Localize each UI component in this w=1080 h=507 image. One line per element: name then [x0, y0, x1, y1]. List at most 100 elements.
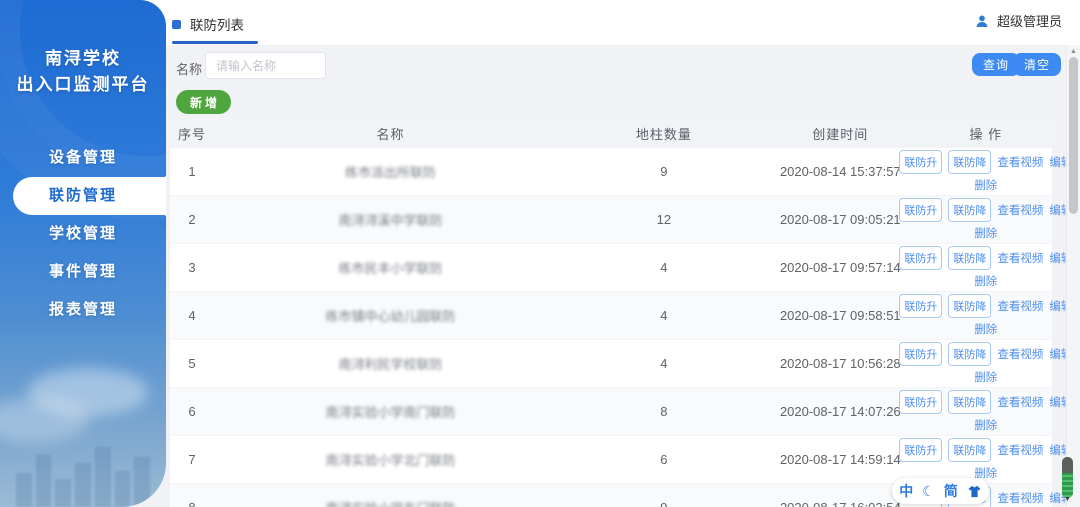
cell-name: 练市镇中心幼儿园联防: [214, 306, 567, 325]
delete-link[interactable]: 删除: [974, 228, 997, 240]
active-tab-scoop-top: [165, 163, 166, 177]
lianfang-table: 序号 名称 地柱数量 创建时间 操 作 1 练市派出所联防 9 2020-08-…: [170, 118, 1052, 507]
delete-link[interactable]: 删除: [974, 324, 997, 336]
row-name-text: 南浔实验小学北门联防: [325, 453, 455, 468]
lianfang-down-button[interactable]: 联防降: [948, 150, 991, 174]
lianfang-up-button[interactable]: 联防升: [899, 342, 942, 366]
view-video-link[interactable]: 查看视频: [997, 442, 1043, 458]
moon-icon[interactable]: ☾: [922, 484, 935, 498]
cell-count: 8: [567, 404, 761, 419]
sidebar-menu: 设备管理 联防管理 学校管理 事件管理 报表管理: [0, 139, 166, 329]
cell-name: 南浔利民学校联防: [214, 354, 567, 373]
cell-count: 4: [567, 260, 761, 275]
row-name-text: 南浔浔溪中学联防: [338, 213, 442, 228]
view-video-link[interactable]: 查看视频: [997, 202, 1043, 218]
cell-index: 1: [170, 164, 214, 179]
table-header-row: 序号 名称 地柱数量 创建时间 操 作: [170, 118, 1052, 148]
view-video-link[interactable]: 查看视频: [997, 154, 1043, 170]
sidebar-item-lianfang-mgmt[interactable]: 联防管理: [13, 177, 166, 215]
ime-simplified-mode[interactable]: 简: [944, 484, 958, 498]
cell-created: 2020-08-17 14:59:14: [761, 452, 920, 467]
delete-link[interactable]: 删除: [974, 276, 997, 288]
sidebar-item-school-mgmt[interactable]: 学校管理: [0, 215, 166, 253]
cell-name: 南浔实验小学东门联防: [214, 498, 567, 507]
col-header-index: 序号: [170, 124, 214, 143]
cell-index: 5: [170, 356, 214, 371]
view-video-link[interactable]: 查看视频: [997, 490, 1043, 506]
delete-link[interactable]: 删除: [974, 180, 997, 192]
row-name-text: 练市镇中心幼儿园联防: [325, 309, 455, 324]
lianfang-down-button[interactable]: 联防降: [948, 342, 991, 366]
cell-created: 2020-08-17 14:07:26: [761, 404, 920, 419]
cell-created: 2020-08-17 10:56:28: [761, 356, 920, 371]
name-filter-label: 名称: [176, 59, 202, 78]
scroll-down-arrow-icon[interactable]: ▼: [1064, 496, 1071, 503]
decor-building: [95, 447, 111, 507]
sidebar-item-event-mgmt[interactable]: 事件管理: [0, 253, 166, 291]
ime-toolbar[interactable]: 中 ☾ 简: [892, 478, 989, 504]
cell-count: 6: [567, 452, 761, 467]
name-search-input[interactable]: [205, 52, 326, 79]
cell-created: 2020-08-17 09:57:14: [761, 260, 920, 275]
table-row: 1 练市派出所联防 9 2020-08-14 15:37:57 联防升 联防降 …: [170, 148, 1052, 196]
table-body: 1 练市派出所联防 9 2020-08-14 15:37:57 联防升 联防降 …: [170, 148, 1052, 507]
cell-name: 练市派出所联防: [214, 162, 567, 181]
cell-count: 9: [567, 500, 761, 507]
cell-created: 2020-08-14 15:37:57: [761, 164, 920, 179]
table-row: 5 南浔利民学校联防 4 2020-08-17 10:56:28 联防升 联防降…: [170, 340, 1052, 388]
ime-skin-shirt-icon[interactable]: [967, 484, 982, 499]
lianfang-up-button[interactable]: 联防升: [899, 246, 942, 270]
cell-operations: 联防升 联防降 查看视频 编辑 删除: [920, 438, 1052, 481]
lianfang-down-button[interactable]: 联防降: [948, 294, 991, 318]
cell-operations: 联防升 联防降 查看视频 编辑 删除: [920, 198, 1052, 241]
lianfang-up-button[interactable]: 联防升: [899, 390, 942, 414]
lianfang-down-button[interactable]: 联防降: [948, 198, 991, 222]
decor-cloud: [0, 398, 90, 442]
cell-count: 4: [567, 308, 761, 323]
decor-building: [16, 473, 32, 507]
view-video-link[interactable]: 查看视频: [997, 346, 1043, 362]
tab-square-icon: [172, 20, 181, 29]
view-video-link[interactable]: 查看视频: [997, 394, 1043, 410]
user-name: 超级管理员: [997, 11, 1062, 30]
sidebar-item-report-mgmt[interactable]: 报表管理: [0, 291, 166, 329]
row-name-text: 练市派出所联防: [345, 165, 436, 180]
tab-lianfang-list[interactable]: 联防列表: [172, 14, 244, 34]
user-icon: [974, 13, 990, 29]
scroll-up-arrow-icon[interactable]: ▲: [1070, 48, 1077, 55]
platform-title-line2: 出入口监测平台: [0, 72, 166, 98]
view-video-link[interactable]: 查看视频: [997, 250, 1043, 266]
cell-index: 7: [170, 452, 214, 467]
lianfang-up-button[interactable]: 联防升: [899, 438, 942, 462]
sidebar-item-device-mgmt[interactable]: 设备管理: [0, 139, 166, 177]
table-row: 7 南浔实验小学北门联防 6 2020-08-17 14:59:14 联防升 联…: [170, 436, 1052, 484]
clear-button[interactable]: 清空: [1013, 53, 1061, 76]
lianfang-down-button[interactable]: 联防降: [948, 438, 991, 462]
table-row: 6 南浔实验小学南门联防 8 2020-08-17 14:07:26 联防升 联…: [170, 388, 1052, 436]
add-new-button[interactable]: 新增: [176, 90, 231, 114]
row-name-text: 南浔利民学校联防: [338, 357, 442, 372]
col-header-ops: 操 作: [920, 124, 1052, 143]
lianfang-down-button[interactable]: 联防降: [948, 246, 991, 270]
cell-operations: 联防升 联防降 查看视频 编辑 删除: [920, 246, 1052, 289]
tab-label: 联防列表: [190, 14, 244, 34]
delete-link[interactable]: 删除: [974, 372, 997, 384]
view-video-link[interactable]: 查看视频: [997, 298, 1043, 314]
decor-building: [55, 479, 71, 507]
lianfang-down-button[interactable]: 联防降: [948, 390, 991, 414]
user-account[interactable]: 超级管理员: [974, 11, 1062, 30]
cell-index: 3: [170, 260, 214, 275]
cell-count: 9: [567, 164, 761, 179]
lianfang-up-button[interactable]: 联防升: [899, 294, 942, 318]
scrollbar-thumb[interactable]: [1069, 57, 1078, 214]
lianfang-up-button[interactable]: 联防升: [899, 150, 942, 174]
ime-chinese-mode[interactable]: 中: [899, 484, 913, 498]
row-name-text: 南浔实验小学东门联防: [325, 501, 455, 507]
row-name-text: 练市民丰小学联防: [338, 261, 442, 276]
delete-link[interactable]: 删除: [974, 420, 997, 432]
cell-count: 12: [567, 212, 761, 227]
lianfang-up-button[interactable]: 联防升: [899, 198, 942, 222]
cell-operations: 联防升 联防降 查看视频 编辑 删除: [920, 294, 1052, 337]
vertical-scrollbar[interactable]: ▲: [1066, 45, 1080, 507]
cell-name: 南浔实验小学北门联防: [214, 450, 567, 469]
